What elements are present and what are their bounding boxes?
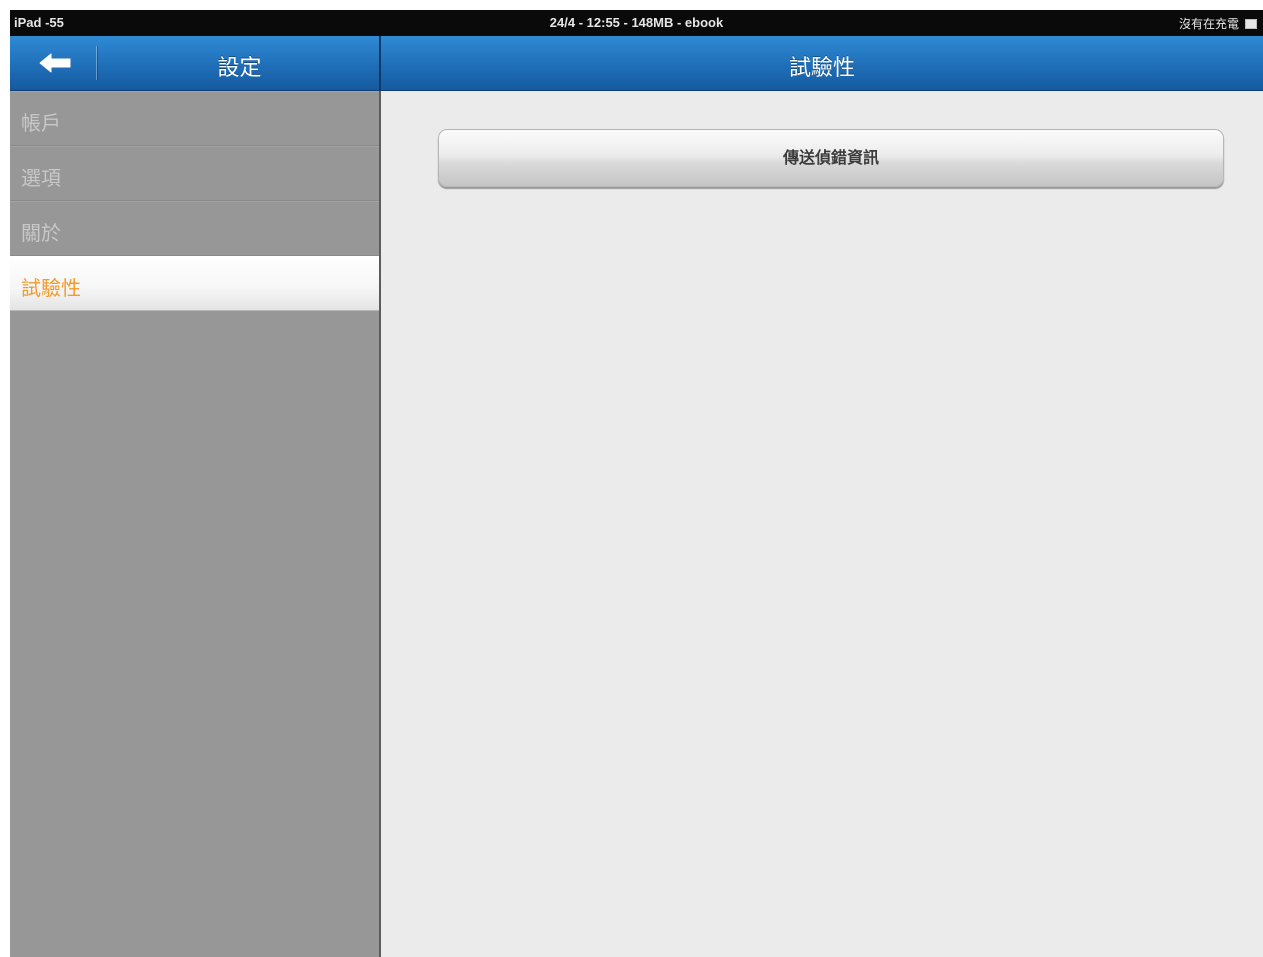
send-debug-info-label: 傳送偵錯資訊 xyxy=(782,148,879,167)
nav-divider xyxy=(96,46,97,80)
sidebar-item-label: 關於 xyxy=(21,221,61,245)
charging-status: 沒有在充電 xyxy=(1179,15,1257,32)
sidebar-item-options[interactable]: 選項 xyxy=(10,146,379,201)
send-debug-info-button[interactable]: 傳送偵錯資訊 xyxy=(438,129,1224,187)
sidebar-item-experimental[interactable]: 試驗性 xyxy=(10,256,379,311)
status-info: 24/4 - 12:55 - 148MB - ebook xyxy=(549,15,724,30)
settings-nav-bar: 設定 xyxy=(10,36,379,91)
detail-nav-bar: 試驗性 xyxy=(381,36,1263,91)
back-arrow-icon xyxy=(39,53,71,73)
battery-icon xyxy=(1245,18,1257,29)
sidebar-item-label: 帳戶 xyxy=(21,111,61,135)
settings-sidebar: 帳戶 選項 關於 試驗性 xyxy=(10,91,379,957)
charging-text: 沒有在充電 xyxy=(1178,17,1239,31)
status-bar: iPad -55 24/4 - 12:55 - 148MB - ebook 沒有… xyxy=(10,10,1263,36)
sidebar-item-account[interactable]: 帳戶 xyxy=(10,91,379,146)
sidebar-item-label: 試驗性 xyxy=(21,276,81,300)
page-title: 試驗性 xyxy=(788,56,855,81)
experimental-content: 傳送偵錯資訊 xyxy=(381,91,1263,957)
sidebar-item-about[interactable]: 關於 xyxy=(10,201,379,256)
settings-title: 設定 xyxy=(217,56,262,81)
ipad-screen: iPad -55 24/4 - 12:55 - 148MB - ebook 沒有… xyxy=(10,10,1263,957)
sidebar-item-label: 選項 xyxy=(21,166,61,190)
back-button[interactable] xyxy=(16,42,94,84)
